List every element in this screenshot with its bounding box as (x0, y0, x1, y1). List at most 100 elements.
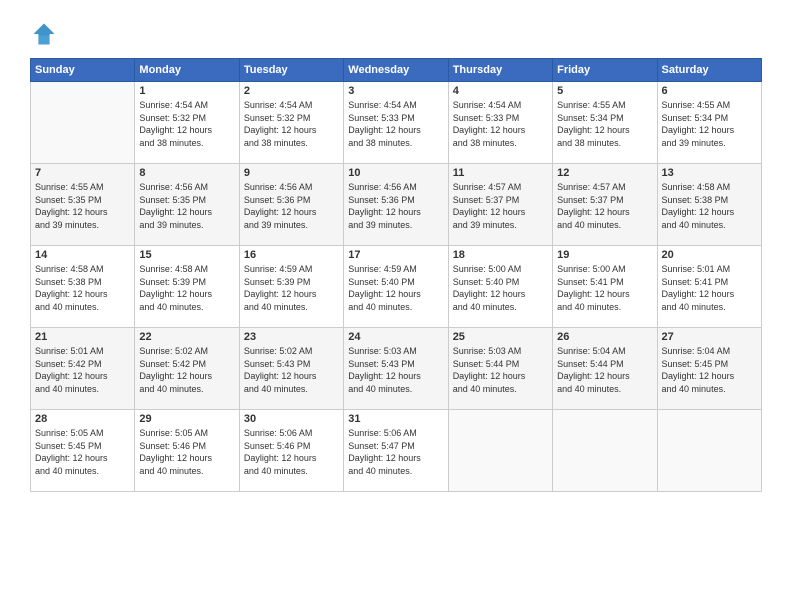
calendar-cell: 19Sunrise: 5:00 AM Sunset: 5:41 PM Dayli… (553, 246, 657, 328)
day-info: Sunrise: 5:05 AM Sunset: 5:45 PM Dayligh… (35, 427, 130, 477)
day-info: Sunrise: 4:55 AM Sunset: 5:34 PM Dayligh… (662, 99, 757, 149)
day-number: 7 (35, 167, 130, 179)
day-info: Sunrise: 4:59 AM Sunset: 5:39 PM Dayligh… (244, 263, 339, 313)
day-info: Sunrise: 4:58 AM Sunset: 5:38 PM Dayligh… (35, 263, 130, 313)
day-info: Sunrise: 5:04 AM Sunset: 5:44 PM Dayligh… (557, 345, 652, 395)
calendar-cell: 29 Sunrise: 5:05 AM Sunset: 5:46 PM Dayli… (135, 410, 239, 492)
calendar-cell (448, 410, 552, 492)
calendar-cell: 11Sunrise: 4:57 AM Sunset: 5:37 PM Dayli… (448, 164, 552, 246)
calendar-cell: 4 Sunrise: 4:54 AM Sunset: 5:33 PM Daylig… (448, 82, 552, 164)
calendar-cell: 9Sunrise: 4:56 AM Sunset: 5:36 PM Daylig… (239, 164, 343, 246)
day-number: 28 (35, 413, 130, 425)
calendar-week-row: 28 Sunrise: 5:05 AM Sunset: 5:45 PM Dayli… (31, 410, 762, 492)
day-info: Sunrise: 5:01 AM Sunset: 5:42 PM Dayligh… (35, 345, 130, 395)
day-info: Sunrise: 4:59 AM Sunset: 5:40 PM Dayligh… (348, 263, 443, 313)
calendar-week-row: 14 Sunrise: 4:58 AM Sunset: 5:38 PM Dayli… (31, 246, 762, 328)
logo-icon (30, 20, 58, 48)
day-number: 18 (453, 249, 548, 261)
day-number: 14 (35, 249, 130, 261)
calendar-header-thursday: Thursday (448, 59, 552, 82)
calendar-header-saturday: Saturday (657, 59, 761, 82)
calendar-cell: 5Sunrise: 4:55 AM Sunset: 5:34 PM Daylig… (553, 82, 657, 164)
day-number: 26 (557, 331, 652, 343)
day-info: Sunrise: 5:00 AM Sunset: 5:40 PM Dayligh… (453, 263, 548, 313)
calendar-header-friday: Friday (553, 59, 657, 82)
day-info: Sunrise: 5:03 AM Sunset: 5:43 PM Dayligh… (348, 345, 443, 395)
day-info: Sunrise: 5:02 AM Sunset: 5:43 PM Dayligh… (244, 345, 339, 395)
day-info: Sunrise: 5:06 AM Sunset: 5:47 PM Dayligh… (348, 427, 443, 477)
calendar-cell (31, 82, 135, 164)
calendar-cell (657, 410, 761, 492)
day-info: Sunrise: 4:54 AM Sunset: 5:33 PM Dayligh… (453, 99, 548, 149)
calendar-week-row: 21 Sunrise: 5:01 AM Sunset: 5:42 PM Dayli… (31, 328, 762, 410)
day-info: Sunrise: 4:58 AM Sunset: 5:38 PM Dayligh… (662, 181, 757, 231)
day-info: Sunrise: 4:56 AM Sunset: 5:35 PM Dayligh… (139, 181, 234, 231)
day-number: 22 (139, 331, 234, 343)
calendar-cell: 3 Sunrise: 4:54 AM Sunset: 5:33 PM Daylig… (344, 82, 448, 164)
calendar-cell: 6Sunrise: 4:55 AM Sunset: 5:34 PM Daylig… (657, 82, 761, 164)
calendar-cell: 21 Sunrise: 5:01 AM Sunset: 5:42 PM Dayli… (31, 328, 135, 410)
day-number: 29 (139, 413, 234, 425)
day-number: 20 (662, 249, 757, 261)
day-info: Sunrise: 5:05 AM Sunset: 5:46 PM Dayligh… (139, 427, 234, 477)
calendar-cell: 8 Sunrise: 4:56 AM Sunset: 5:35 PM Daylig… (135, 164, 239, 246)
day-number: 13 (662, 167, 757, 179)
calendar-cell: 10 Sunrise: 4:56 AM Sunset: 5:36 PM Dayli… (344, 164, 448, 246)
day-number: 27 (662, 331, 757, 343)
day-info: Sunrise: 5:02 AM Sunset: 5:42 PM Dayligh… (139, 345, 234, 395)
calendar-header-row: SundayMondayTuesdayWednesdayThursdayFrid… (31, 59, 762, 82)
day-number: 10 (348, 167, 443, 179)
day-number: 1 (139, 85, 234, 97)
calendar-week-row: 1 Sunrise: 4:54 AM Sunset: 5:32 PM Daylig… (31, 82, 762, 164)
calendar-cell: 22 Sunrise: 5:02 AM Sunset: 5:42 PM Dayli… (135, 328, 239, 410)
day-info: Sunrise: 5:01 AM Sunset: 5:41 PM Dayligh… (662, 263, 757, 313)
calendar-header-monday: Monday (135, 59, 239, 82)
calendar-cell: 12 Sunrise: 4:57 AM Sunset: 5:37 PM Dayli… (553, 164, 657, 246)
day-number: 17 (348, 249, 443, 261)
day-info: Sunrise: 4:56 AM Sunset: 5:36 PM Dayligh… (348, 181, 443, 231)
calendar-cell: 2 Sunrise: 4:54 AM Sunset: 5:32 PM Daylig… (239, 82, 343, 164)
calendar-header-sunday: Sunday (31, 59, 135, 82)
calendar-cell: 26 Sunrise: 5:04 AM Sunset: 5:44 PM Dayli… (553, 328, 657, 410)
day-info: Sunrise: 4:54 AM Sunset: 5:32 PM Dayligh… (139, 99, 234, 149)
calendar-cell: 18 Sunrise: 5:00 AM Sunset: 5:40 PM Dayli… (448, 246, 552, 328)
day-number: 30 (244, 413, 339, 425)
calendar-cell: 16 Sunrise: 4:59 AM Sunset: 5:39 PM Dayli… (239, 246, 343, 328)
day-number: 9 (244, 167, 339, 179)
calendar-cell: 28 Sunrise: 5:05 AM Sunset: 5:45 PM Dayli… (31, 410, 135, 492)
day-info: Sunrise: 4:54 AM Sunset: 5:32 PM Dayligh… (244, 99, 339, 149)
day-number: 21 (35, 331, 130, 343)
day-number: 2 (244, 85, 339, 97)
day-number: 25 (453, 331, 548, 343)
calendar-cell: 13 Sunrise: 4:58 AM Sunset: 5:38 PM Dayli… (657, 164, 761, 246)
calendar: SundayMondayTuesdayWednesdayThursdayFrid… (30, 58, 762, 492)
day-info: Sunrise: 4:55 AM Sunset: 5:35 PM Dayligh… (35, 181, 130, 231)
calendar-cell: 1 Sunrise: 4:54 AM Sunset: 5:32 PM Daylig… (135, 82, 239, 164)
day-info: Sunrise: 4:57 AM Sunset: 5:37 PM Dayligh… (557, 181, 652, 231)
day-number: 12 (557, 167, 652, 179)
calendar-cell (553, 410, 657, 492)
header (30, 20, 762, 48)
day-info: Sunrise: 4:54 AM Sunset: 5:33 PM Dayligh… (348, 99, 443, 149)
day-info: Sunrise: 4:57 AM Sunset: 5:37 PM Dayligh… (453, 181, 548, 231)
day-number: 8 (139, 167, 234, 179)
page: SundayMondayTuesdayWednesdayThursdayFrid… (0, 0, 792, 612)
calendar-week-row: 7 Sunrise: 4:55 AM Sunset: 5:35 PM Daylig… (31, 164, 762, 246)
day-info: Sunrise: 4:55 AM Sunset: 5:34 PM Dayligh… (557, 99, 652, 149)
calendar-cell: 31Sunrise: 5:06 AM Sunset: 5:47 PM Dayli… (344, 410, 448, 492)
day-number: 3 (348, 85, 443, 97)
calendar-cell: 25Sunrise: 5:03 AM Sunset: 5:44 PM Dayli… (448, 328, 552, 410)
calendar-cell: 24Sunrise: 5:03 AM Sunset: 5:43 PM Dayli… (344, 328, 448, 410)
day-info: Sunrise: 5:00 AM Sunset: 5:41 PM Dayligh… (557, 263, 652, 313)
calendar-cell: 27Sunrise: 5:04 AM Sunset: 5:45 PM Dayli… (657, 328, 761, 410)
day-number: 4 (453, 85, 548, 97)
calendar-cell: 15Sunrise: 4:58 AM Sunset: 5:39 PM Dayli… (135, 246, 239, 328)
day-info: Sunrise: 5:06 AM Sunset: 5:46 PM Dayligh… (244, 427, 339, 477)
calendar-cell: 30 Sunrise: 5:06 AM Sunset: 5:46 PM Dayli… (239, 410, 343, 492)
calendar-header-wednesday: Wednesday (344, 59, 448, 82)
day-number: 23 (244, 331, 339, 343)
calendar-cell: 20 Sunrise: 5:01 AM Sunset: 5:41 PM Dayli… (657, 246, 761, 328)
day-number: 15 (139, 249, 234, 261)
logo (30, 20, 60, 48)
day-number: 16 (244, 249, 339, 261)
